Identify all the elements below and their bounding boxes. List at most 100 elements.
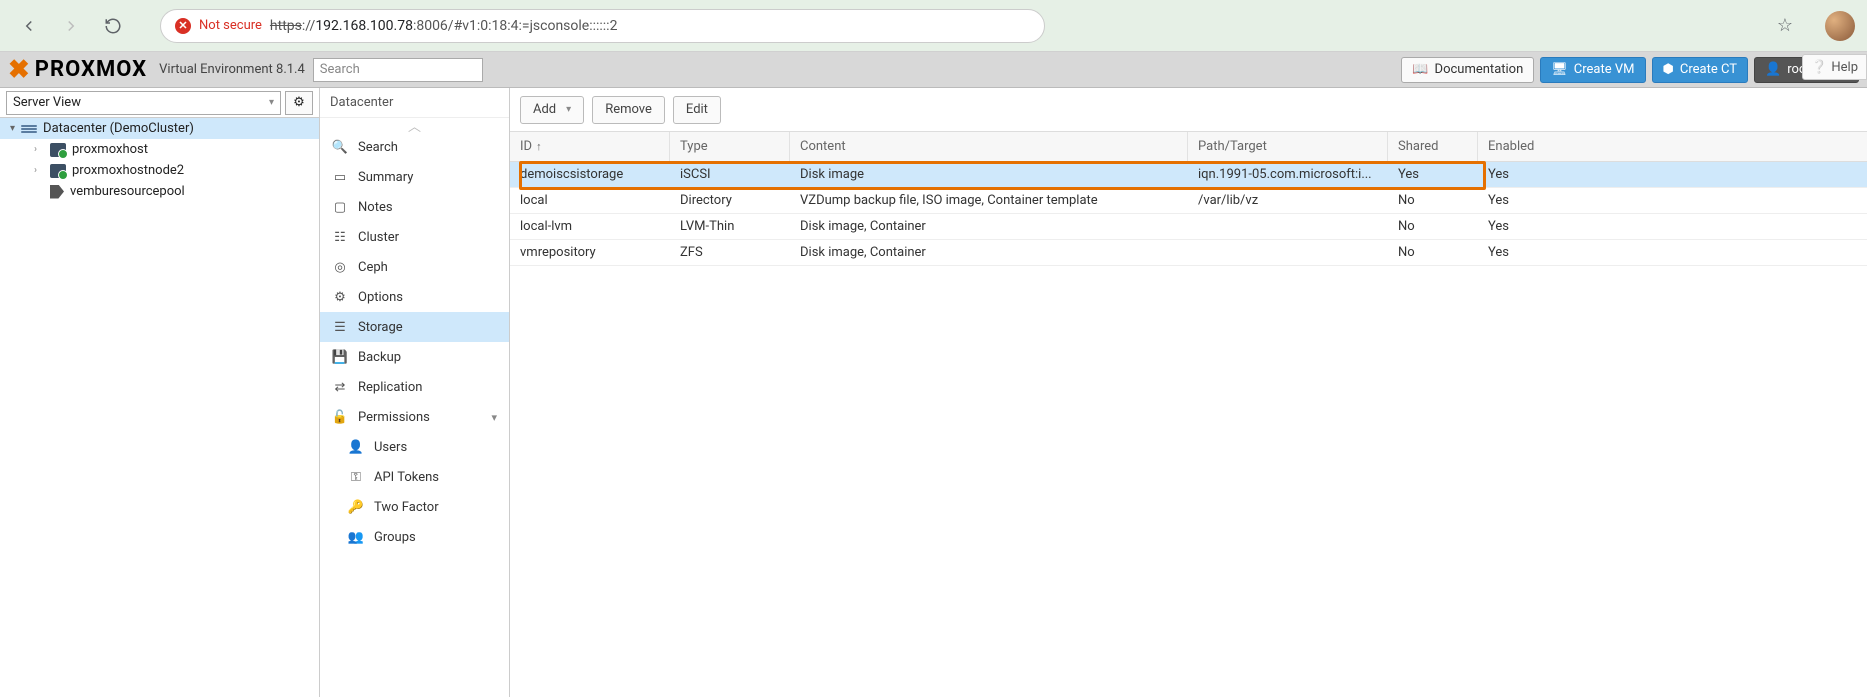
documentation-label: Documentation [1435, 62, 1524, 77]
storage-grid: ID↑ Type Content Path/Target Shared Enab… [510, 132, 1867, 697]
cell-content: Disk image [790, 167, 1188, 182]
reload-button[interactable] [96, 9, 130, 43]
tree-node-host-1[interactable]: › proxmoxhost [0, 139, 319, 160]
nav-item-two-factor[interactable]: 🔑Two Factor [320, 492, 509, 522]
create-ct-button[interactable]: ⬢ Create CT [1652, 57, 1748, 83]
brand-name: PROXMOX [35, 57, 147, 82]
nav-item-storage[interactable]: ☰Storage [320, 312, 509, 342]
table-row[interactable]: demoiscsistorage iSCSI Disk image iqn.19… [510, 162, 1867, 188]
env-label: Virtual Environment 8.1.4 [159, 62, 305, 77]
col-content[interactable]: Content [790, 132, 1188, 161]
help-button[interactable]: ❔ Help [1802, 54, 1867, 80]
help-label: Help [1831, 60, 1858, 75]
token-icon: ⚿ [348, 470, 364, 485]
gear-icon: ⚙ [293, 95, 305, 110]
add-label: Add [533, 102, 556, 117]
nav-label: Search [358, 140, 398, 155]
documentation-button[interactable]: 📖 Documentation [1401, 57, 1534, 83]
cube-icon: ⬢ [1663, 62, 1674, 77]
bookmark-icon[interactable]: ☆ [1777, 15, 1793, 36]
app-toolbar: ✖ PROXMOX Virtual Environment 8.1.4 Sear… [0, 52, 1867, 88]
nav-label: Groups [374, 530, 416, 545]
pool-icon [50, 185, 64, 199]
remove-button[interactable]: Remove [592, 96, 665, 124]
cell-content: VZDump backup file, ISO image, Container… [790, 193, 1188, 208]
col-shared[interactable]: Shared [1388, 132, 1478, 161]
nav-item-replication[interactable]: ⇄Replication [320, 372, 509, 402]
profile-avatar[interactable] [1825, 11, 1855, 41]
nav-item-notes[interactable]: ▢Notes [320, 192, 509, 222]
col-path[interactable]: Path/Target [1188, 132, 1388, 161]
expand-icon[interactable]: › [34, 165, 44, 176]
ceph-icon: ◎ [332, 260, 348, 275]
table-row[interactable]: local Directory VZDump backup file, ISO … [510, 188, 1867, 214]
nav-item-groups[interactable]: 👥 Groups [320, 522, 509, 552]
search-input[interactable]: Search [313, 58, 483, 82]
nav-item-users[interactable]: 👤Users [320, 432, 509, 462]
back-button[interactable] [12, 9, 46, 43]
monitor-icon: 🖥 [1551, 62, 1568, 77]
chevron-down-icon: ▾ [566, 104, 571, 115]
col-id[interactable]: ID↑ [510, 132, 670, 161]
user-icon: 👤 [348, 440, 364, 455]
create-vm-label: Create VM [1574, 62, 1635, 77]
cell-shared: No [1388, 193, 1478, 208]
edit-button[interactable]: Edit [673, 96, 721, 124]
nav-label: Options [358, 290, 403, 305]
cell-shared: No [1388, 245, 1478, 260]
tree-node-label: proxmoxhostnode2 [72, 163, 184, 178]
create-vm-button[interactable]: 🖥 Create VM [1540, 57, 1645, 83]
table-row[interactable]: vmrepository ZFS Disk image, Container N… [510, 240, 1867, 266]
col-type[interactable]: Type [670, 132, 790, 161]
nav-item-cluster[interactable]: ☷Cluster [320, 222, 509, 252]
add-button[interactable]: Add ▾ [520, 96, 584, 124]
nav-label: Storage [358, 320, 403, 335]
nav-item-backup[interactable]: 💾Backup [320, 342, 509, 372]
col-enabled[interactable]: Enabled [1478, 132, 1556, 161]
nav-panel: Datacenter ︿ 🔍Search ▭Summary ▢Notes ☷Cl… [320, 88, 510, 697]
create-ct-label: Create CT [1680, 62, 1737, 77]
cell-enabled: Yes [1478, 245, 1556, 260]
book-icon: ▭ [332, 170, 348, 185]
nav-label: Two Factor [374, 500, 439, 515]
nav-collapse-handle[interactable]: ︿ [320, 118, 509, 132]
replication-icon: ⇄ [332, 380, 348, 395]
server-icon [50, 164, 66, 178]
cell-type: ZFS [670, 245, 790, 260]
nav-item-summary[interactable]: ▭Summary [320, 162, 509, 192]
not-secure-text: Not secure [199, 18, 262, 33]
nav-item-permissions[interactable]: 🔓Permissions▾ [320, 402, 509, 432]
remove-label: Remove [605, 102, 652, 117]
nav-item-ceph[interactable]: ◎Ceph [320, 252, 509, 282]
not-secure-icon: ✕ [175, 18, 191, 34]
tree-settings-button[interactable]: ⚙ [285, 91, 313, 115]
collapse-icon[interactable]: ▾ [10, 123, 15, 134]
cell-enabled: Yes [1478, 193, 1556, 208]
chevron-down-icon: ▾ [269, 97, 274, 108]
tree-node-label: Datacenter (DemoCluster) [43, 121, 194, 136]
cell-enabled: Yes [1478, 167, 1556, 182]
nav-label: API Tokens [374, 470, 439, 485]
group-icon: 👥 [348, 530, 364, 545]
search-icon: 🔍 [332, 140, 348, 155]
brand-x-icon: ✖ [8, 55, 31, 85]
forward-button[interactable] [54, 9, 88, 43]
tree-header: Server View ▾ ⚙ [0, 88, 319, 118]
expand-icon[interactable]: › [34, 144, 44, 155]
nav-label: Notes [358, 200, 393, 215]
view-selector[interactable]: Server View ▾ [6, 91, 281, 115]
nav-item-search[interactable]: 🔍 Search [320, 132, 509, 162]
address-bar[interactable]: ✕ Not secure https://192.168.100.78:8006… [160, 9, 1045, 43]
browser-chrome: ✕ Not secure https://192.168.100.78:8006… [0, 0, 1867, 52]
nav-item-api-tokens[interactable]: ⚿ API Tokens [320, 462, 509, 492]
tree-node-pool[interactable]: vemburesourcepool [0, 181, 319, 202]
cell-shared: Yes [1388, 167, 1478, 182]
tree-node-datacenter[interactable]: ▾ Datacenter (DemoCluster) [0, 118, 319, 139]
cell-enabled: Yes [1478, 219, 1556, 234]
tree-node-host-2[interactable]: › proxmoxhostnode2 [0, 160, 319, 181]
nav-item-options[interactable]: ⚙Options [320, 282, 509, 312]
url-text: https://192.168.100.78:8006/#v1:0:18:4:=… [270, 18, 618, 34]
content-toolbar: Add ▾ Remove Edit [510, 88, 1867, 132]
table-row[interactable]: local-lvm LVM-Thin Disk image, Container… [510, 214, 1867, 240]
nav-label: Cluster [358, 230, 399, 245]
